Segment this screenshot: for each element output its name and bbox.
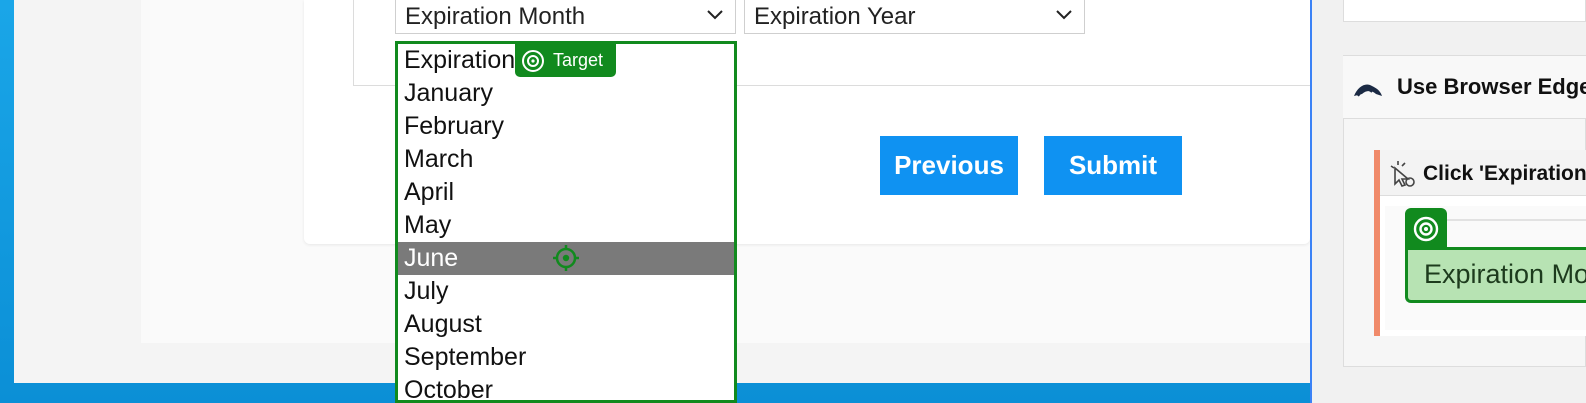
previous-button[interactable]: Previous: [880, 136, 1018, 195]
chevron-down-icon: [1056, 10, 1072, 20]
month-option[interactable]: May: [398, 209, 734, 242]
expiration-year-value: Expiration Year: [754, 3, 916, 30]
month-option[interactable]: August: [398, 308, 734, 341]
click-step-title: Click 'Expiration Month': [1423, 162, 1586, 185]
target-icon: [1413, 216, 1439, 242]
browser-step-title: Use Browser Edge: [1397, 74, 1586, 99]
target-tab[interactable]: [1405, 208, 1447, 250]
month-option[interactable]: October: [398, 374, 734, 400]
month-option[interactable]: March: [398, 143, 734, 176]
target-badge-label: Target: [553, 50, 604, 70]
month-option[interactable]: February: [398, 110, 734, 143]
expiration-month-value: Expiration Month: [405, 3, 586, 30]
submit-button[interactable]: Submit: [1044, 136, 1182, 195]
crosshair-target-icon: [553, 245, 579, 271]
expiration-month-select[interactable]: Expiration Month: [395, 0, 736, 34]
month-option[interactable]: September: [398, 341, 734, 374]
month-dropdown-list[interactable]: Expiration Month January February March …: [395, 41, 737, 403]
month-option[interactable]: April: [398, 176, 734, 209]
month-option[interactable]: July: [398, 275, 734, 308]
target-element-text: Expiration Month: [1424, 259, 1586, 289]
month-option[interactable]: January: [398, 77, 734, 110]
divider: [1447, 219, 1586, 221]
click-cursor-icon: [1390, 161, 1415, 187]
target-icon: [522, 49, 544, 72]
expiration-year-select[interactable]: Expiration Year: [744, 0, 1085, 34]
browser-app-logo-icon: [1354, 84, 1382, 97]
previous-step-card: [1343, 0, 1586, 22]
target-badge: Target: [515, 44, 616, 77]
chevron-down-icon: [707, 10, 723, 20]
